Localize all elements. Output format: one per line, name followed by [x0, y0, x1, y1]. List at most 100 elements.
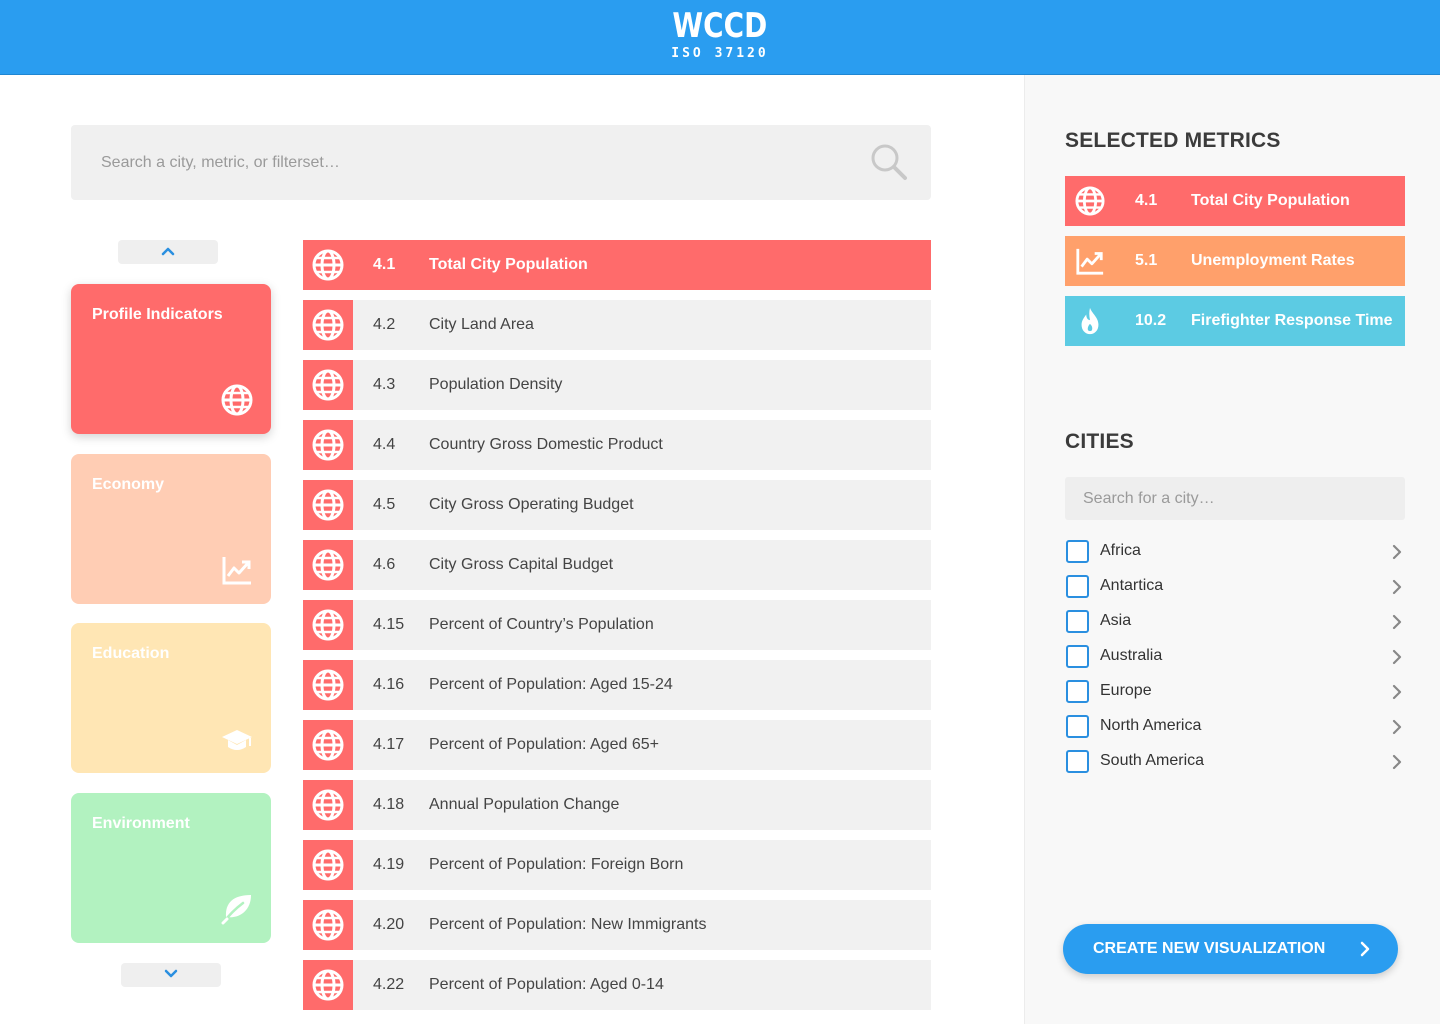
region-label: Antartica: [1100, 577, 1164, 594]
region-checkbox[interactable]: [1066, 610, 1089, 633]
metric-icon-box: [303, 720, 353, 770]
metric-row[interactable]: 4.19 Percent of Population: Foreign Born: [303, 840, 931, 890]
main-search-bar: [71, 125, 931, 200]
category-label: Education: [92, 645, 170, 662]
globe-icon: [312, 609, 344, 641]
chevron-right-icon[interactable]: [1391, 649, 1403, 665]
region-checkbox[interactable]: [1066, 575, 1089, 598]
globe-icon: [312, 549, 344, 581]
region-label: South America: [1100, 752, 1205, 769]
region-item[interactable]: Australia: [1065, 642, 1405, 672]
metric-row[interactable]: 4.2 City Land Area: [303, 300, 931, 350]
globe-icon: [312, 729, 344, 761]
region-checkbox[interactable]: [1066, 540, 1089, 563]
city-search-input[interactable]: [1065, 477, 1405, 520]
region-item[interactable]: Asia: [1065, 607, 1405, 637]
main-search-input[interactable]: [71, 125, 851, 200]
metric-label: Annual Population Change: [429, 796, 620, 813]
metric-icon-box: [303, 300, 353, 350]
selected-metric-item[interactable]: 5.1 Unemployment Rates: [1065, 236, 1405, 286]
metric-row[interactable]: 4.6 City Gross Capital Budget: [303, 540, 931, 590]
metric-number: 4.1: [373, 256, 396, 273]
metric-row[interactable]: 4.22 Percent of Population: Aged 0-14: [303, 960, 931, 1010]
chevron-right-icon[interactable]: [1391, 579, 1403, 595]
region-checkbox[interactable]: [1066, 715, 1089, 738]
region-label: Asia: [1100, 612, 1132, 629]
metric-label: Population Density: [429, 376, 563, 393]
metric-number: 4.17: [373, 736, 405, 753]
metric-label: City Gross Capital Budget: [429, 556, 614, 573]
globe-icon: [312, 429, 344, 461]
region-item[interactable]: North America: [1065, 712, 1405, 742]
chevron-right-icon: [1360, 941, 1370, 957]
chevron-right-icon[interactable]: [1391, 684, 1403, 700]
globe-icon: [1075, 186, 1105, 216]
metric-row[interactable]: 4.20 Percent of Population: New Immigrant…: [303, 900, 931, 950]
region-checkbox[interactable]: [1066, 680, 1089, 703]
category-card-education[interactable]: Education: [71, 623, 271, 773]
metric-icon-box: [303, 480, 353, 530]
category-scroll-up-button[interactable]: [118, 240, 218, 264]
metric-icon-box: [303, 600, 353, 650]
metric-label: Percent of Population: Aged 15-24: [429, 676, 673, 693]
chevron-up-icon: [161, 247, 175, 256]
metric-label: Percent of Population: New Immigrants: [429, 916, 707, 933]
globe-icon: [312, 969, 344, 1001]
metric-number: 4.4: [373, 436, 396, 453]
category-scroll-down-button[interactable]: [121, 963, 221, 987]
region-checkbox[interactable]: [1066, 750, 1089, 773]
category-label: Environment: [92, 815, 190, 832]
selected-metric-item[interactable]: 10.2 Firefighter Response Time: [1065, 296, 1405, 346]
region-checkbox[interactable]: [1066, 645, 1089, 668]
metric-number: 4.6: [373, 556, 396, 573]
create-visualization-label: CREATE NEW VISUALIZATION: [1093, 940, 1326, 957]
selected-metrics-title: SELECTED METRICS: [1065, 129, 1281, 152]
category-card-profile-indicators[interactable]: Profile Indicators: [71, 284, 271, 434]
metric-icon-box: [303, 960, 353, 1010]
metric-row[interactable]: 4.18 Annual Population Change: [303, 780, 931, 830]
trend-chart-icon: [222, 557, 251, 585]
category-card-economy[interactable]: Economy: [71, 454, 271, 604]
create-visualization-button[interactable]: CREATE NEW VISUALIZATION: [1063, 924, 1398, 974]
metric-icon-box: [303, 240, 353, 290]
wccd-logo[interactable]: WCCD ISO 37120: [0, 6, 1440, 62]
chevron-down-icon: [164, 969, 178, 978]
chevron-right-icon[interactable]: [1391, 754, 1403, 770]
region-label: Europe: [1100, 682, 1152, 699]
metric-row[interactable]: 4.17 Percent of Population: Aged 65+: [303, 720, 931, 770]
metric-number: 4.2: [373, 316, 396, 333]
leaf-icon: [221, 895, 251, 925]
region-label: Africa: [1100, 542, 1141, 559]
metric-row[interactable]: 4.3 Population Density: [303, 360, 931, 410]
metric-icon-box: [303, 900, 353, 950]
globe-icon: [312, 669, 344, 701]
metric-label: Total City Population: [429, 256, 588, 273]
region-item[interactable]: South America: [1065, 747, 1405, 777]
metric-icon-box: [303, 540, 353, 590]
metric-row[interactable]: 4.5 City Gross Operating Budget: [303, 480, 931, 530]
region-item[interactable]: Antartica: [1065, 572, 1405, 602]
metric-row[interactable]: 4.1 Total City Population: [303, 240, 931, 290]
metric-icon-box: [303, 360, 353, 410]
chevron-right-icon[interactable]: [1391, 544, 1403, 560]
metric-row[interactable]: 4.4 Country Gross Domestic Product: [303, 420, 931, 470]
metric-row[interactable]: 4.15 Percent of Country’s Population: [303, 600, 931, 650]
globe-icon: [312, 369, 344, 401]
globe-icon: [312, 909, 344, 941]
chevron-right-icon[interactable]: [1391, 614, 1403, 630]
metric-label: City Land Area: [429, 316, 534, 333]
chevron-right-icon[interactable]: [1391, 719, 1403, 735]
region-item[interactable]: Africa: [1065, 537, 1405, 567]
metric-row[interactable]: 4.16 Percent of Population: Aged 15-24: [303, 660, 931, 710]
category-label: Profile Indicators: [92, 306, 223, 323]
selected-metric-number: 4.1: [1135, 192, 1158, 209]
region-item[interactable]: Europe: [1065, 677, 1405, 707]
metric-number: 4.3: [373, 376, 396, 393]
metric-icon-box: [303, 420, 353, 470]
search-icon[interactable]: [869, 142, 909, 182]
metric-icon-box: [303, 840, 353, 890]
selected-metric-item[interactable]: 4.1 Total City Population: [1065, 176, 1405, 226]
category-card-environment[interactable]: Environment: [71, 793, 271, 943]
metric-number: 4.16: [373, 676, 405, 693]
flame-icon: [1081, 307, 1099, 335]
